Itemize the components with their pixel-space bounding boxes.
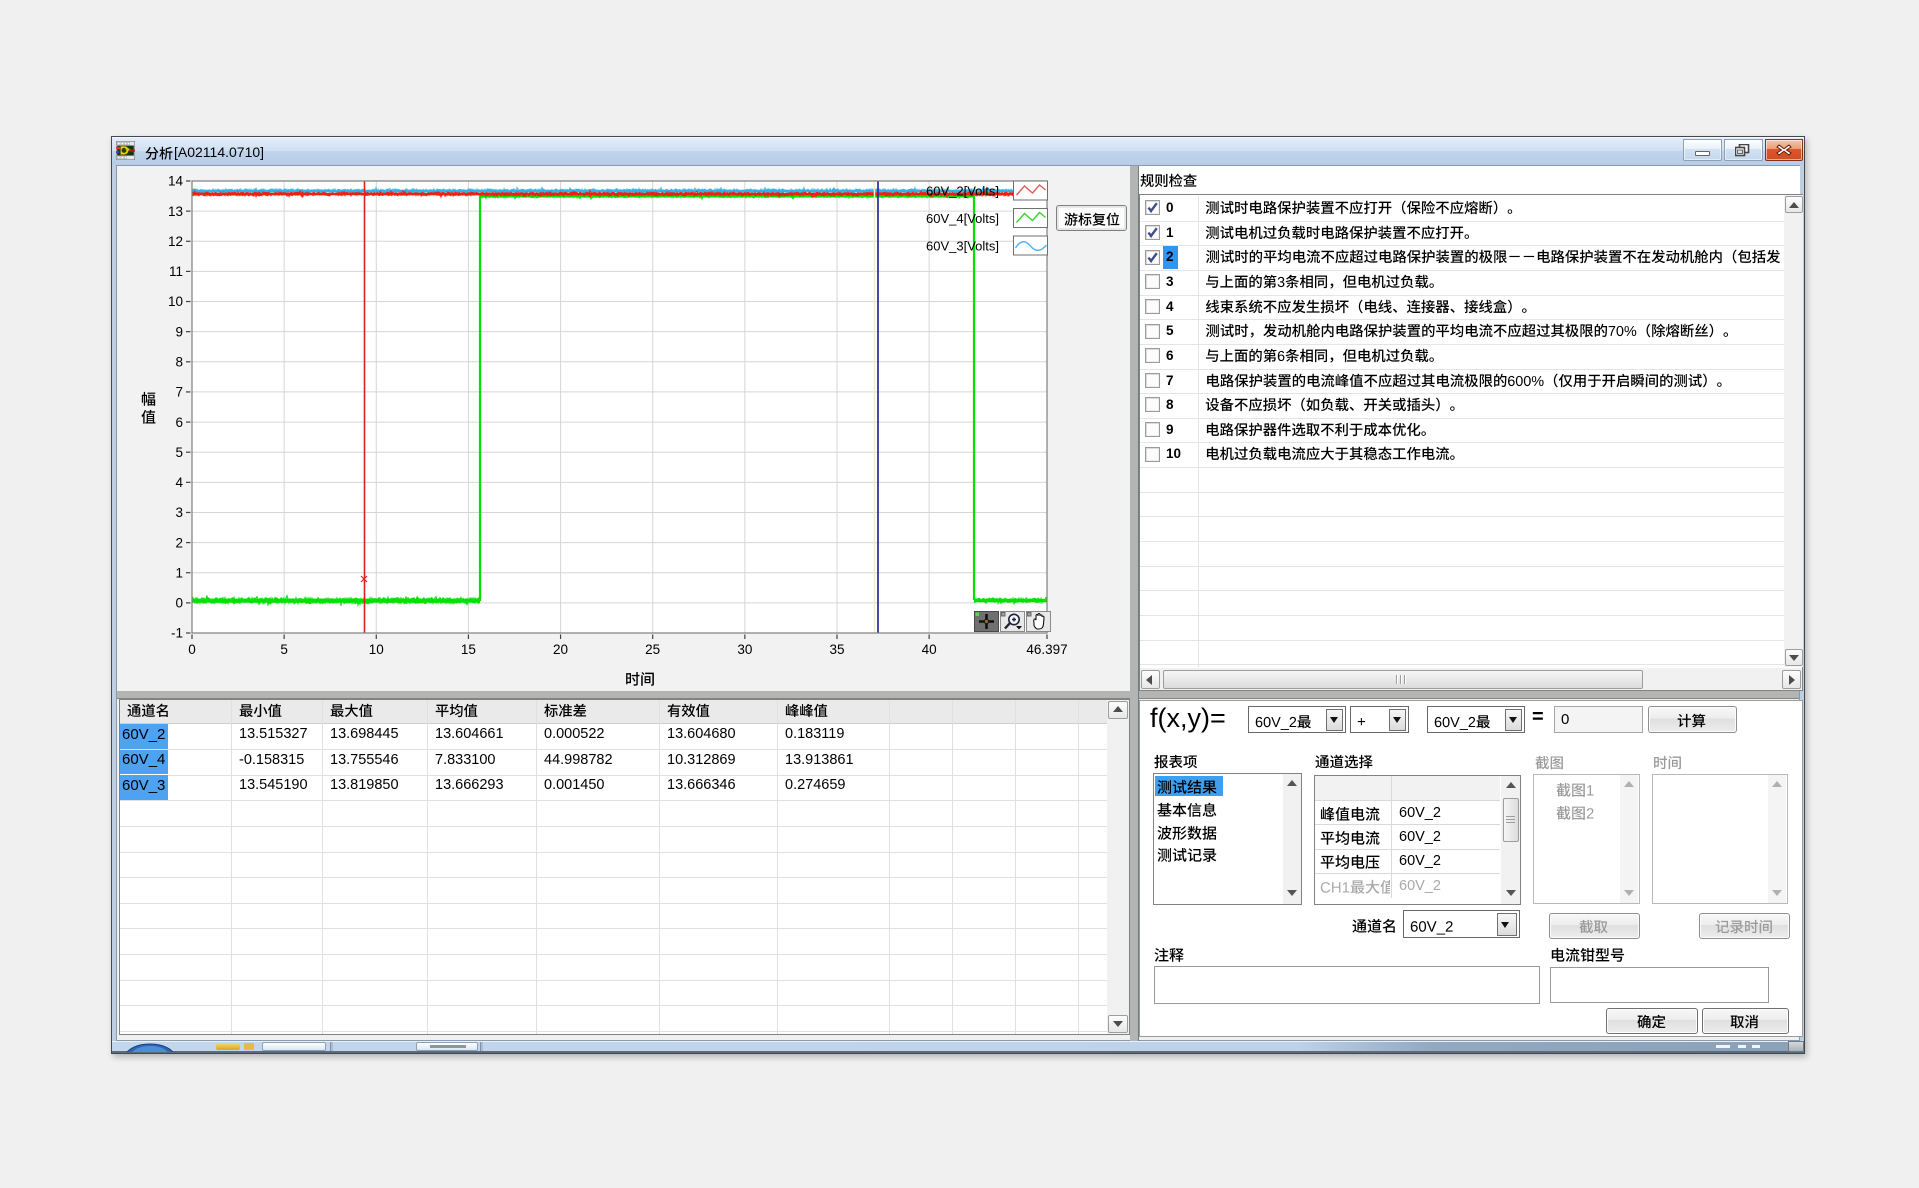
svg-text:7: 7 — [175, 385, 183, 400]
svg-text:4: 4 — [175, 475, 183, 490]
svg-text:-1: -1 — [171, 626, 183, 641]
svg-text:1: 1 — [175, 565, 183, 580]
svg-text:6: 6 — [175, 415, 183, 430]
svg-text:35: 35 — [829, 642, 844, 657]
svg-text:20: 20 — [553, 642, 568, 657]
svg-text:60V_2[Volts]: 60V_2[Volts] — [926, 184, 999, 199]
svg-text:8: 8 — [175, 355, 183, 370]
svg-text:46.397: 46.397 — [1026, 642, 1067, 657]
svg-text:40: 40 — [922, 642, 937, 657]
svg-text:5: 5 — [175, 445, 183, 460]
svg-text:11: 11 — [169, 264, 183, 279]
svg-text:0: 0 — [175, 596, 183, 611]
svg-text:60V_3[Volts]: 60V_3[Volts] — [926, 239, 999, 254]
svg-text:14: 14 — [168, 174, 184, 189]
svg-text:25: 25 — [645, 642, 660, 657]
svg-text:3: 3 — [175, 505, 183, 520]
svg-text:5: 5 — [280, 642, 288, 657]
svg-text:10: 10 — [168, 294, 183, 309]
svg-text:12: 12 — [168, 234, 183, 249]
svg-text:30: 30 — [737, 642, 752, 657]
svg-text:0: 0 — [188, 642, 196, 657]
svg-text:60V_4[Volts]: 60V_4[Volts] — [926, 211, 999, 226]
svg-text:2: 2 — [175, 535, 183, 550]
svg-text:15: 15 — [461, 642, 476, 657]
svg-text:13: 13 — [168, 204, 183, 219]
svg-text:10: 10 — [369, 642, 384, 657]
svg-text:9: 9 — [175, 324, 183, 339]
